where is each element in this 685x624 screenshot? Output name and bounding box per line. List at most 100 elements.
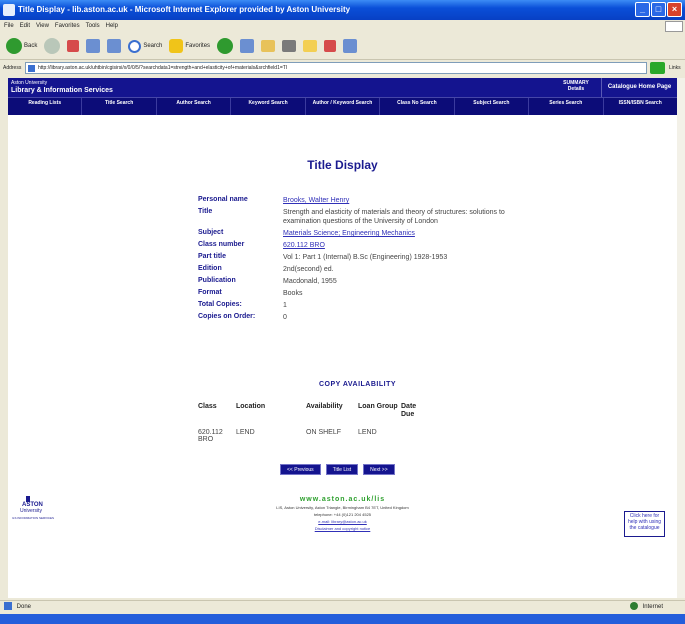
menu-bar: File Edit View Favorites Tools Help <box>0 20 685 33</box>
library-header: Aston University Library & Information S… <box>8 78 677 97</box>
table-cell: LEND <box>236 429 255 436</box>
nav-issn-isbn-search[interactable]: ISSN/ISBN Search <box>604 98 677 115</box>
discuss-button[interactable] <box>322 36 338 56</box>
record-row: Total Copies: 1 <box>198 301 518 310</box>
nav-reading-lists[interactable]: Reading Lists <box>8 98 83 115</box>
service-name: Library & Information Services <box>11 87 113 94</box>
menu-help[interactable]: Help <box>106 20 118 33</box>
stop-icon <box>67 40 80 52</box>
previous-button[interactable]: << Previous <box>280 464 321 475</box>
record-label: Class number <box>198 241 245 248</box>
menu-file[interactable]: File <box>4 20 14 33</box>
ie-icon <box>3 4 15 16</box>
record-value: 0 <box>283 314 287 321</box>
close-button[interactable]: × <box>667 2 682 17</box>
record-value: Vol 1: Part 1 (Internal) B.Sc (Engineeri… <box>283 254 448 261</box>
frame-edge <box>0 78 8 598</box>
footer-disclaimer-link[interactable]: Disclaimer and copyright notice <box>8 526 677 531</box>
address-bar: Address http://library.aston.ac.uk/uhtbi… <box>0 59 685 75</box>
record-value: Macdonald, 1955 <box>283 278 337 285</box>
help-link[interactable]: Click here for help with using the catal… <box>624 511 665 537</box>
record-label: Personal name <box>198 196 248 203</box>
go-button[interactable] <box>650 61 665 74</box>
record-row: Edition 2nd(second) ed. <box>198 265 518 274</box>
links-button[interactable]: Links <box>669 65 681 71</box>
menu-edit[interactable]: Edit <box>20 20 30 33</box>
edit-button[interactable] <box>301 36 319 56</box>
messenger-button[interactable] <box>341 36 359 56</box>
nav-series-search[interactable]: Series Search <box>529 98 604 115</box>
footer-url[interactable]: www.aston.ac.uk/lis <box>8 496 677 503</box>
stop-button[interactable] <box>65 36 81 56</box>
footer-email-link[interactable]: e-mail: library@aston.ac.uk <box>8 519 677 524</box>
menu-view[interactable]: View <box>36 20 49 33</box>
record-label: Total Copies: <box>198 301 242 308</box>
next-button[interactable]: Next >> <box>363 464 395 475</box>
title-list-button[interactable]: Title List <box>325 464 359 475</box>
refresh-icon <box>86 39 101 53</box>
column-header: Date Due <box>401 403 417 418</box>
minimize-button[interactable]: _ <box>635 2 650 17</box>
media-button[interactable] <box>215 36 235 56</box>
summary-details-link[interactable]: SUMMARY Details <box>556 80 596 92</box>
class-number-link[interactable]: 620.112 BRO <box>283 241 518 250</box>
refresh-button[interactable] <box>84 36 102 56</box>
subject-link[interactable]: Materials Science; Engineering Mechanics <box>283 229 518 238</box>
record-label: Title <box>198 208 213 215</box>
forward-button[interactable] <box>42 36 62 56</box>
table-cell: ON SHELF <box>306 429 342 436</box>
maximize-button[interactable]: □ <box>651 2 666 17</box>
menu-tools[interactable]: Tools <box>86 20 100 33</box>
media-icon <box>217 38 234 54</box>
home-button[interactable] <box>105 36 123 56</box>
print-button[interactable] <box>280 36 298 56</box>
record-row: Title Strength and elasticity of materia… <box>198 208 518 226</box>
mail-icon <box>261 40 276 52</box>
vertical-scrollbar[interactable] <box>677 78 685 598</box>
column-header: Availability <box>306 403 343 410</box>
record-row: Copies on Order: 0 <box>198 313 518 322</box>
record-row: Class number 620.112 BRO <box>198 241 518 250</box>
nav-subject-search[interactable]: Subject Search <box>455 98 530 115</box>
title-bar: Title Display - lib.aston.ac.uk - Micros… <box>0 0 685 20</box>
record-row: Publication Macdonald, 1955 <box>198 277 518 286</box>
history-button[interactable] <box>238 36 256 56</box>
menu-favorites[interactable]: Favorites <box>55 20 80 33</box>
window-title: Title Display - lib.aston.ac.uk - Micros… <box>18 5 351 14</box>
record-row: Part title Vol 1: Part 1 (Internal) B.Sc… <box>198 253 518 262</box>
author-link[interactable]: Brooks, Walter Henry <box>283 196 518 205</box>
table-row: 620.112 BRO LEND ON SHELF LEND <box>198 429 421 443</box>
address-label: Address <box>3 64 22 71</box>
record-label: Publication <box>198 277 236 284</box>
nav-author-keyword-search[interactable]: Author / Keyword Search <box>306 98 381 115</box>
table-cell: LEND <box>358 429 377 436</box>
back-button[interactable]: Back <box>4 36 39 56</box>
page-done-icon <box>4 602 12 611</box>
mail-button[interactable] <box>259 36 277 56</box>
page-viewport: Aston University Library & Information S… <box>8 78 677 598</box>
nav-keyword-search[interactable]: Keyword Search <box>231 98 306 115</box>
table-cell: 620.112 BRO <box>198 429 223 443</box>
nav-class-no-search[interactable]: Class No Search <box>380 98 455 115</box>
search-nav: Reading Lists Title Search Author Search… <box>8 97 677 115</box>
footer: www.aston.ac.uk/lis LIS, Aston Universit… <box>8 496 677 531</box>
availability-title: COPY AVAILABILITY <box>318 381 397 388</box>
address-input[interactable]: http://library.aston.ac.uk/uhtbin/cgisir… <box>25 61 647 74</box>
search-button[interactable]: Search <box>126 36 164 56</box>
favorites-button[interactable]: Favorites <box>167 36 212 56</box>
search-icon <box>128 39 142 53</box>
record-row: Format Books <box>198 289 518 298</box>
history-icon <box>240 39 255 53</box>
column-header: Location <box>236 403 266 410</box>
back-arrow-icon <box>6 38 22 54</box>
discuss-icon <box>324 40 337 52</box>
print-icon <box>282 40 297 52</box>
zone-label: Internet <box>642 604 663 610</box>
catalogue-home-link[interactable]: Catalogue Home Page <box>601 78 677 97</box>
nav-title-search[interactable]: Title Search <box>82 98 157 115</box>
footer-telephone: telephone: +44 (0)121 204 4525 <box>313 512 372 517</box>
nav-author-search[interactable]: Author Search <box>157 98 232 115</box>
university-name: Aston University <box>11 80 48 86</box>
record-label: Subject <box>198 229 224 236</box>
record-row: Personal name Brooks, Walter Henry <box>198 196 518 205</box>
